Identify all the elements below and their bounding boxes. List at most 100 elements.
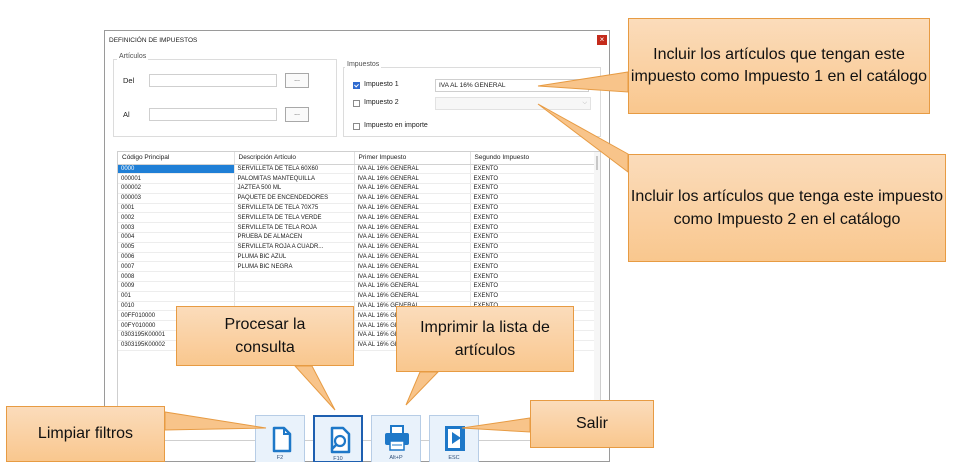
exit-door-icon <box>445 426 465 451</box>
cell-codigo[interactable]: 0008 <box>118 271 235 283</box>
impuesto2-checkbox[interactable] <box>353 100 360 107</box>
cell-segundo-impuesto[interactable]: EXENTO <box>470 232 597 243</box>
callout-impuesto1: Incluir los artículos que tengan este im… <box>628 18 930 114</box>
impuestos-dialog: DEFINICIÓN DE IMPUESTOS × Artículos Del … <box>104 30 610 462</box>
cell-segundo-impuesto[interactable]: EXENTO <box>470 193 597 204</box>
al-input[interactable] <box>149 108 277 121</box>
callout-procesar-text: Procesar la consulta <box>224 316 306 356</box>
cell-segundo-impuesto[interactable]: EXENTO <box>470 164 597 175</box>
cell-primer-impuesto[interactable]: IVA AL 16% GENERAL <box>354 222 471 234</box>
cell-primer-impuesto[interactable]: IVA AL 16% GENERAL <box>354 173 471 185</box>
cell-segundo-impuesto[interactable]: EXENTO <box>470 271 597 283</box>
cell-segundo-impuesto[interactable]: EXENTO <box>470 222 597 234</box>
cell-codigo[interactable]: 0002 <box>118 212 235 224</box>
table-row[interactable]: 0001 SERVILLETA DE TELA 70X75 IVA AL 16% G… <box>118 203 597 214</box>
cell-descripcion[interactable]: PAQUETE DE ENCENDEDORES <box>234 193 355 204</box>
table-row[interactable]: 001 IVA AL 16% GENERAL EXENTO <box>118 291 597 302</box>
cell-primer-impuesto[interactable]: IVA AL 16% GENERAL <box>354 281 471 292</box>
table-row[interactable]: 0000 SERVILLETA DE TELA 60X60 IVA AL 16% G… <box>118 164 597 175</box>
callout-salir: Salir <box>530 400 654 448</box>
cell-segundo-impuesto[interactable]: EXENTO <box>470 203 597 214</box>
del-input[interactable] <box>149 74 277 87</box>
cell-descripcion[interactable]: SERVILLETA DE TELA ROJA <box>234 222 355 234</box>
table-row[interactable]: 000001 PALOMITAS MANTEQUILLA IVA AL 16% GE… <box>118 173 597 185</box>
cell-descripcion[interactable]: SERVILLETA DE TELA VERDE <box>234 212 355 224</box>
limpiar-filtros-button[interactable]: F2 <box>255 415 305 462</box>
impuesto2-select[interactable]: ⌵ <box>435 97 591 110</box>
table-row[interactable]: 000003 PAQUETE DE ENCENDEDORES IVA AL 16% … <box>118 193 597 204</box>
impuesto-importe-checkbox[interactable] <box>353 123 360 130</box>
column-header-codigo[interactable]: Código Principal <box>118 152 235 165</box>
table-row[interactable]: 0002 SERVILLETA DE TELA VERDE IVA AL 16% G… <box>118 212 597 224</box>
cell-codigo[interactable]: 0009 <box>118 281 235 292</box>
cell-descripcion[interactable]: PALOMITAS MANTEQUILLA <box>234 173 355 185</box>
cell-primer-impuesto[interactable]: IVA AL 16% GENERAL <box>354 193 471 204</box>
cell-codigo[interactable]: 0001 <box>118 203 235 214</box>
callout-impuesto1-text: Incluir los artículos que tengan este im… <box>630 46 928 85</box>
salir-button[interactable]: ESC <box>429 415 479 462</box>
cell-codigo[interactable]: 001 <box>118 291 235 302</box>
cell-primer-impuesto[interactable]: IVA AL 16% GENERAL <box>354 242 471 253</box>
cell-descripcion[interactable]: PLUMA BIC AZUL <box>234 252 355 263</box>
chevron-down-icon: ⌵ <box>582 100 587 106</box>
articulos-grid[interactable]: Código Principal Descripción Artículo Pr… <box>117 151 601 441</box>
grid-scrollbar[interactable] <box>594 152 600 440</box>
cell-segundo-impuesto[interactable]: EXENTO <box>470 183 597 194</box>
cell-primer-impuesto[interactable]: IVA AL 16% GENERAL <box>354 183 471 194</box>
cell-primer-impuesto[interactable]: IVA AL 16% GENERAL <box>354 212 471 224</box>
cell-codigo[interactable]: 0004 <box>118 232 235 243</box>
column-header-descripcion[interactable]: Descripción Artículo <box>234 152 355 165</box>
cell-codigo[interactable]: 000003 <box>118 193 235 204</box>
cell-codigo[interactable]: 0000 <box>118 164 235 175</box>
table-row[interactable]: 0008 IVA AL 16% GENERAL EXENTO <box>118 271 597 283</box>
cell-segundo-impuesto[interactable]: EXENTO <box>470 261 597 273</box>
table-row[interactable]: 0007 PLUMA BIC NEGRA IVA AL 16% GENERAL EXE… <box>118 261 597 273</box>
cell-descripcion[interactable]: SERVILLETA ROJA A CUADR... <box>234 242 355 253</box>
grid-scrollbar-thumb[interactable] <box>596 156 598 170</box>
table-row[interactable]: 000002 JAZTEA 500 ML IVA AL 16% GENERAL EXE… <box>118 183 597 194</box>
cell-codigo[interactable]: 0006 <box>118 252 235 263</box>
cell-primer-impuesto[interactable]: IVA AL 16% GENERAL <box>354 261 471 273</box>
cell-descripcion[interactable]: SERVILLETA DE TELA 70X75 <box>234 203 355 214</box>
cell-descripcion[interactable] <box>234 271 355 283</box>
cell-descripcion[interactable]: SERVILLETA DE TELA 60X60 <box>234 164 355 175</box>
cell-codigo[interactable]: 000001 <box>118 173 235 185</box>
table-row[interactable]: 0003 SERVILLETA DE TELA ROJA IVA AL 16% GE… <box>118 222 597 234</box>
cell-descripcion[interactable] <box>234 281 355 292</box>
cell-primer-impuesto[interactable]: IVA AL 16% GENERAL <box>354 203 471 214</box>
cell-segundo-impuesto[interactable]: EXENTO <box>470 242 597 253</box>
cell-segundo-impuesto[interactable]: EXENTO <box>470 281 597 292</box>
cell-codigo[interactable]: 0007 <box>118 261 235 273</box>
cell-segundo-impuesto[interactable]: EXENTO <box>470 173 597 185</box>
table-row[interactable]: 0005 SERVILLETA ROJA A CUADR... IVA AL 16%… <box>118 242 597 253</box>
impuesto2-label: Impuesto 2 <box>364 99 399 106</box>
cell-primer-impuesto[interactable]: IVA AL 16% GENERAL <box>354 252 471 263</box>
cell-descripcion[interactable] <box>234 291 355 302</box>
procesar-consulta-button[interactable]: F10 <box>313 415 363 462</box>
close-button[interactable]: × <box>597 35 607 45</box>
cell-primer-impuesto[interactable]: IVA AL 16% GENERAL <box>354 271 471 283</box>
imprimir-lista-button[interactable]: Alt+P <box>371 415 421 462</box>
cell-primer-impuesto[interactable]: IVA AL 16% GENERAL <box>354 232 471 243</box>
cell-segundo-impuesto[interactable]: EXENTO <box>470 212 597 224</box>
cell-primer-impuesto[interactable]: IVA AL 16% GENERAL <box>354 164 471 175</box>
table-row[interactable]: 0006 PLUMA BIC AZUL IVA AL 16% GENERAL EXEN… <box>118 252 597 263</box>
cell-descripcion[interactable]: JAZTEA 500 ML <box>234 183 355 194</box>
al-browse-button[interactable]: ... <box>285 107 309 122</box>
cell-codigo[interactable]: 0003 <box>118 222 235 234</box>
cell-codigo[interactable]: 000002 <box>118 183 235 194</box>
del-browse-button[interactable]: ... <box>285 73 309 88</box>
callout-limpiar-text: Limpiar filtros <box>37 425 134 442</box>
table-row[interactable]: 0004 PRUEBA DE ALMACEN IVA AL 16% GENERAL E… <box>118 232 597 243</box>
column-header-primer-impuesto[interactable]: Primer Impuesto <box>354 152 471 165</box>
cell-segundo-impuesto[interactable]: EXENTO <box>470 252 597 263</box>
cell-segundo-impuesto[interactable]: EXENTO <box>470 291 597 302</box>
column-header-segundo-impuesto[interactable]: Segundo Impuesto <box>470 152 597 165</box>
impuesto1-select[interactable]: IVA AL 16% GENERAL <box>435 79 589 92</box>
table-row[interactable]: 0009 IVA AL 16% GENERAL EXENTO <box>118 281 597 292</box>
cell-primer-impuesto[interactable]: IVA AL 16% GENERAL <box>354 291 471 302</box>
cell-descripcion[interactable]: PLUMA BIC NEGRA <box>234 261 355 273</box>
cell-codigo[interactable]: 0005 <box>118 242 235 253</box>
cell-descripcion[interactable]: PRUEBA DE ALMACEN <box>234 232 355 243</box>
impuesto1-checkbox[interactable] <box>353 82 360 89</box>
